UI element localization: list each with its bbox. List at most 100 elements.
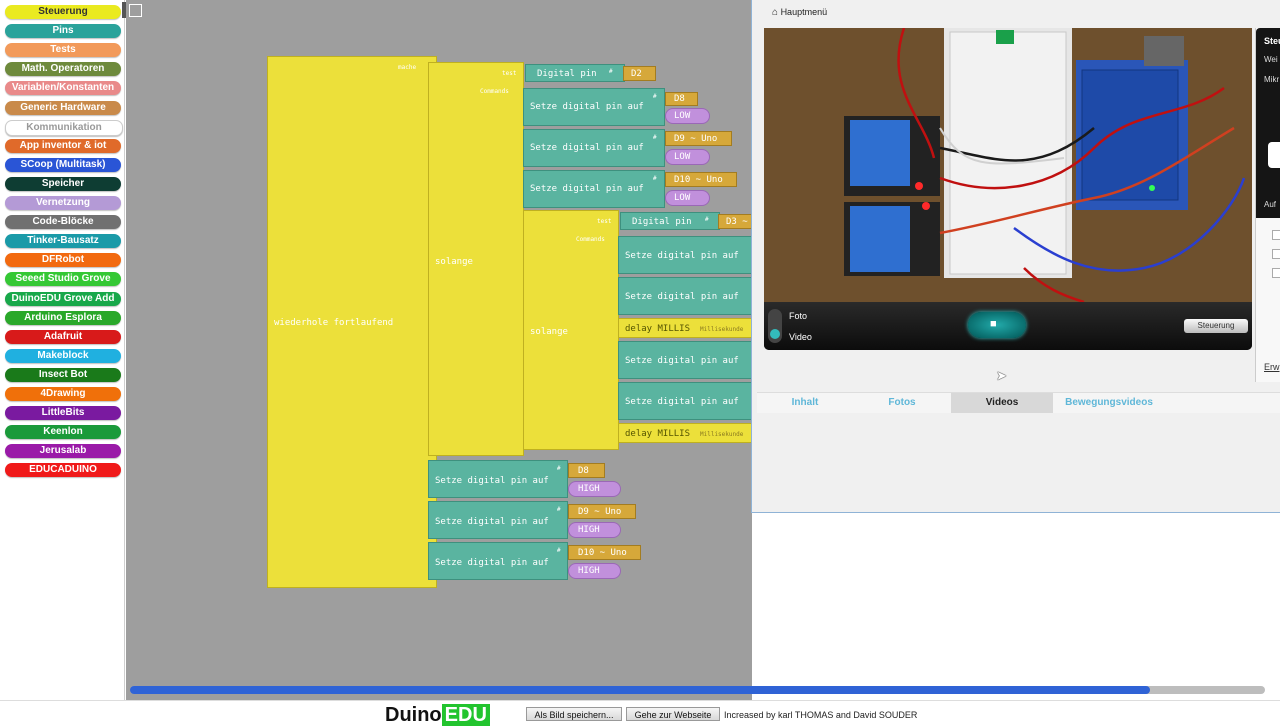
option-checkbox-2[interactable]	[1272, 249, 1280, 259]
block-category-sidebar: Steuerung Pins Tests Math. Operatoren Variab…	[0, 0, 126, 700]
category-educaduino[interactable]: EDUCADUINO	[5, 463, 121, 478]
set-pin-d8-high-hash: #	[557, 465, 561, 472]
category-kommunikation[interactable]: Kommunikation	[5, 119, 123, 136]
workspace-toggle-icon[interactable]	[129, 4, 142, 17]
mouse-cursor-icon: ➤	[996, 368, 1007, 383]
set-pin-d8-low-hash: #	[653, 93, 657, 100]
main-menu-link[interactable]: ⌂ Hauptmenü	[772, 5, 827, 19]
delay-1-label: delay MILLIS	[625, 324, 691, 334]
set-pin-d8-high-label: Setze digital pin auf	[435, 476, 549, 486]
delay-2-unit: Millisekunde	[700, 431, 744, 438]
pin-state-high-3-label: HIGH	[578, 566, 600, 576]
set-pin-d9-low-hash: #	[653, 134, 657, 141]
logo-duino: Duino	[385, 704, 442, 726]
pin-d9-high-value: D9 ~ Uno	[578, 507, 622, 517]
category-speicher[interactable]: Speicher	[5, 176, 121, 191]
set-pin-inner2-1-label: Setze digital pin auf	[625, 251, 739, 261]
tab-inhalt[interactable]: Inhalt	[757, 393, 853, 413]
set-pin-d9-high-label: Setze digital pin auf	[435, 517, 549, 527]
pin-d3-label: D3 ~	[726, 217, 748, 227]
goto-website-button[interactable]: Gehe zur Webseite	[626, 707, 720, 721]
set-pin-inner2-3-label: Setze digital pin auf	[625, 356, 739, 366]
while-1-label: solange	[435, 257, 473, 267]
digital-pin-read-1-hash: #	[609, 68, 613, 75]
category-dfrobot[interactable]: DFRobot	[5, 253, 121, 268]
delay-1-unit: Millisekunde	[700, 326, 744, 333]
record-button[interactable]: ■	[968, 312, 1026, 338]
while-1-commands: Commands	[480, 88, 509, 95]
blocks-workspace[interactable]: wiederhole fortlaufend mache solange tes…	[126, 0, 752, 700]
option-checkbox-3[interactable]	[1272, 268, 1280, 278]
category-littlebits[interactable]: LittleBits	[5, 406, 121, 421]
video-camera-icon: ■	[990, 318, 997, 330]
category-duinoedu-grove-add[interactable]: DuinoEDU Grove Add	[5, 291, 121, 306]
microphone-button[interactable]	[1268, 142, 1280, 168]
category-keenlon[interactable]: Keenlon	[5, 425, 121, 440]
mode-switch-knob	[770, 329, 780, 339]
settings-title: Steu	[1264, 36, 1280, 46]
control-button[interactable]: Steuerung	[1184, 319, 1248, 333]
set-pin-d10-high-hash: #	[557, 547, 561, 554]
mode-video-label[interactable]: Video	[789, 332, 812, 342]
category-variablen-konstanten[interactable]: Variablen/Konstanten	[5, 81, 121, 96]
pin-d10-low-value: D10 ~ Uno	[674, 175, 723, 185]
pin-state-low-3-label: LOW	[674, 193, 691, 203]
category-app-inventor-iot[interactable]: App inventor & iot	[5, 138, 121, 153]
set-pin-d10-low-hash: #	[653, 175, 657, 182]
forever-loop-label: wiederhole fortlaufend	[274, 318, 394, 328]
tab-bewegungsvideos[interactable]: Bewegungsvideos	[1054, 393, 1164, 413]
settings-label-auf: Auf	[1264, 200, 1277, 209]
pin-state-low-2-label: LOW	[674, 152, 691, 162]
camera-preview-frame: Foto Video ■ Steuerung	[764, 28, 1252, 350]
category-4drawing[interactable]: 4Drawing	[5, 387, 121, 401]
category-adafruit[interactable]: Adafruit	[5, 329, 121, 344]
category-tests[interactable]: Tests	[5, 43, 121, 58]
category-vernetzung[interactable]: Vernetzung	[5, 196, 121, 210]
category-steuerung[interactable]: Steuerung	[5, 5, 121, 19]
set-pin-d9-low-label: Setze digital pin auf	[530, 143, 644, 153]
pin-d8-low-value: D8	[674, 94, 685, 104]
camera-live-preview	[764, 28, 1252, 302]
category-code-bl-cke[interactable]: Code-Blöcke	[5, 215, 121, 230]
option-checkbox-1[interactable]	[1272, 230, 1280, 240]
pin-state-low-1-label: LOW	[674, 111, 691, 121]
while-1-test: test	[502, 70, 517, 77]
mode-switch[interactable]	[768, 309, 782, 343]
tab-fotos[interactable]: Fotos	[854, 393, 950, 413]
mode-photo-label[interactable]: Foto	[789, 311, 807, 321]
digital-pin-read-2-hash: #	[705, 216, 709, 223]
home-icon: ⌂	[772, 7, 779, 18]
category-pins[interactable]: Pins	[5, 24, 121, 39]
workspace-horizontal-scrollbar[interactable]	[130, 686, 1265, 694]
category-scoop-multitask[interactable]: SCoop (Multitask)	[5, 157, 121, 172]
delay-2-label: delay MILLIS	[625, 429, 691, 439]
pin-state-high-1-label: HIGH	[578, 484, 600, 494]
tab-videos[interactable]: Videos	[951, 393, 1053, 413]
category-insect-bot[interactable]: Insect Bot	[5, 367, 121, 382]
while-2-label: solange	[530, 327, 568, 337]
settings-label-mikr: Mikr	[1264, 75, 1280, 84]
category-seeed-studio-grove[interactable]: Seeed Studio Grove	[5, 272, 121, 287]
duinoedu-logo: Duino EDU	[385, 703, 490, 726]
main-menu-label: Hauptmenü	[780, 7, 828, 17]
pin-d9-low-value: D9 ~ Uno	[674, 134, 718, 144]
category-generic-hardware[interactable]: Generic Hardware	[5, 100, 121, 115]
category-tinker-bausatz[interactable]: Tinker-Bausatz	[5, 234, 121, 249]
workspace-scroll-thumb[interactable]	[130, 686, 1150, 694]
camera-control-bar: Foto Video ■ Steuerung	[764, 302, 1252, 350]
category-makeblock[interactable]: Makeblock	[5, 348, 121, 363]
camera-settings-panel: Steu Wei Mikr Auf Erw	[1255, 28, 1280, 382]
save-image-button[interactable]: Als Bild speichern...	[526, 707, 622, 721]
category-jerusalab[interactable]: Jerusalab	[5, 444, 121, 459]
pin-d8-high-value: D8	[578, 466, 589, 476]
while-2-test: test	[597, 218, 612, 225]
set-pin-d10-high-label: Setze digital pin auf	[435, 558, 549, 568]
pin-d2-label: D2	[631, 69, 642, 79]
category-math-operatoren[interactable]: Math. Operatoren	[5, 62, 121, 77]
settings-label-wei: Wei	[1264, 55, 1278, 64]
digital-pin-read-2-label: Digital pin	[632, 217, 692, 227]
logo-edu: EDU	[441, 704, 490, 726]
category-arduino-esplora[interactable]: Arduino Esplora	[5, 310, 121, 325]
set-pin-d8-low-label: Setze digital pin auf	[530, 102, 644, 112]
settings-link-erw[interactable]: Erw	[1264, 362, 1280, 372]
